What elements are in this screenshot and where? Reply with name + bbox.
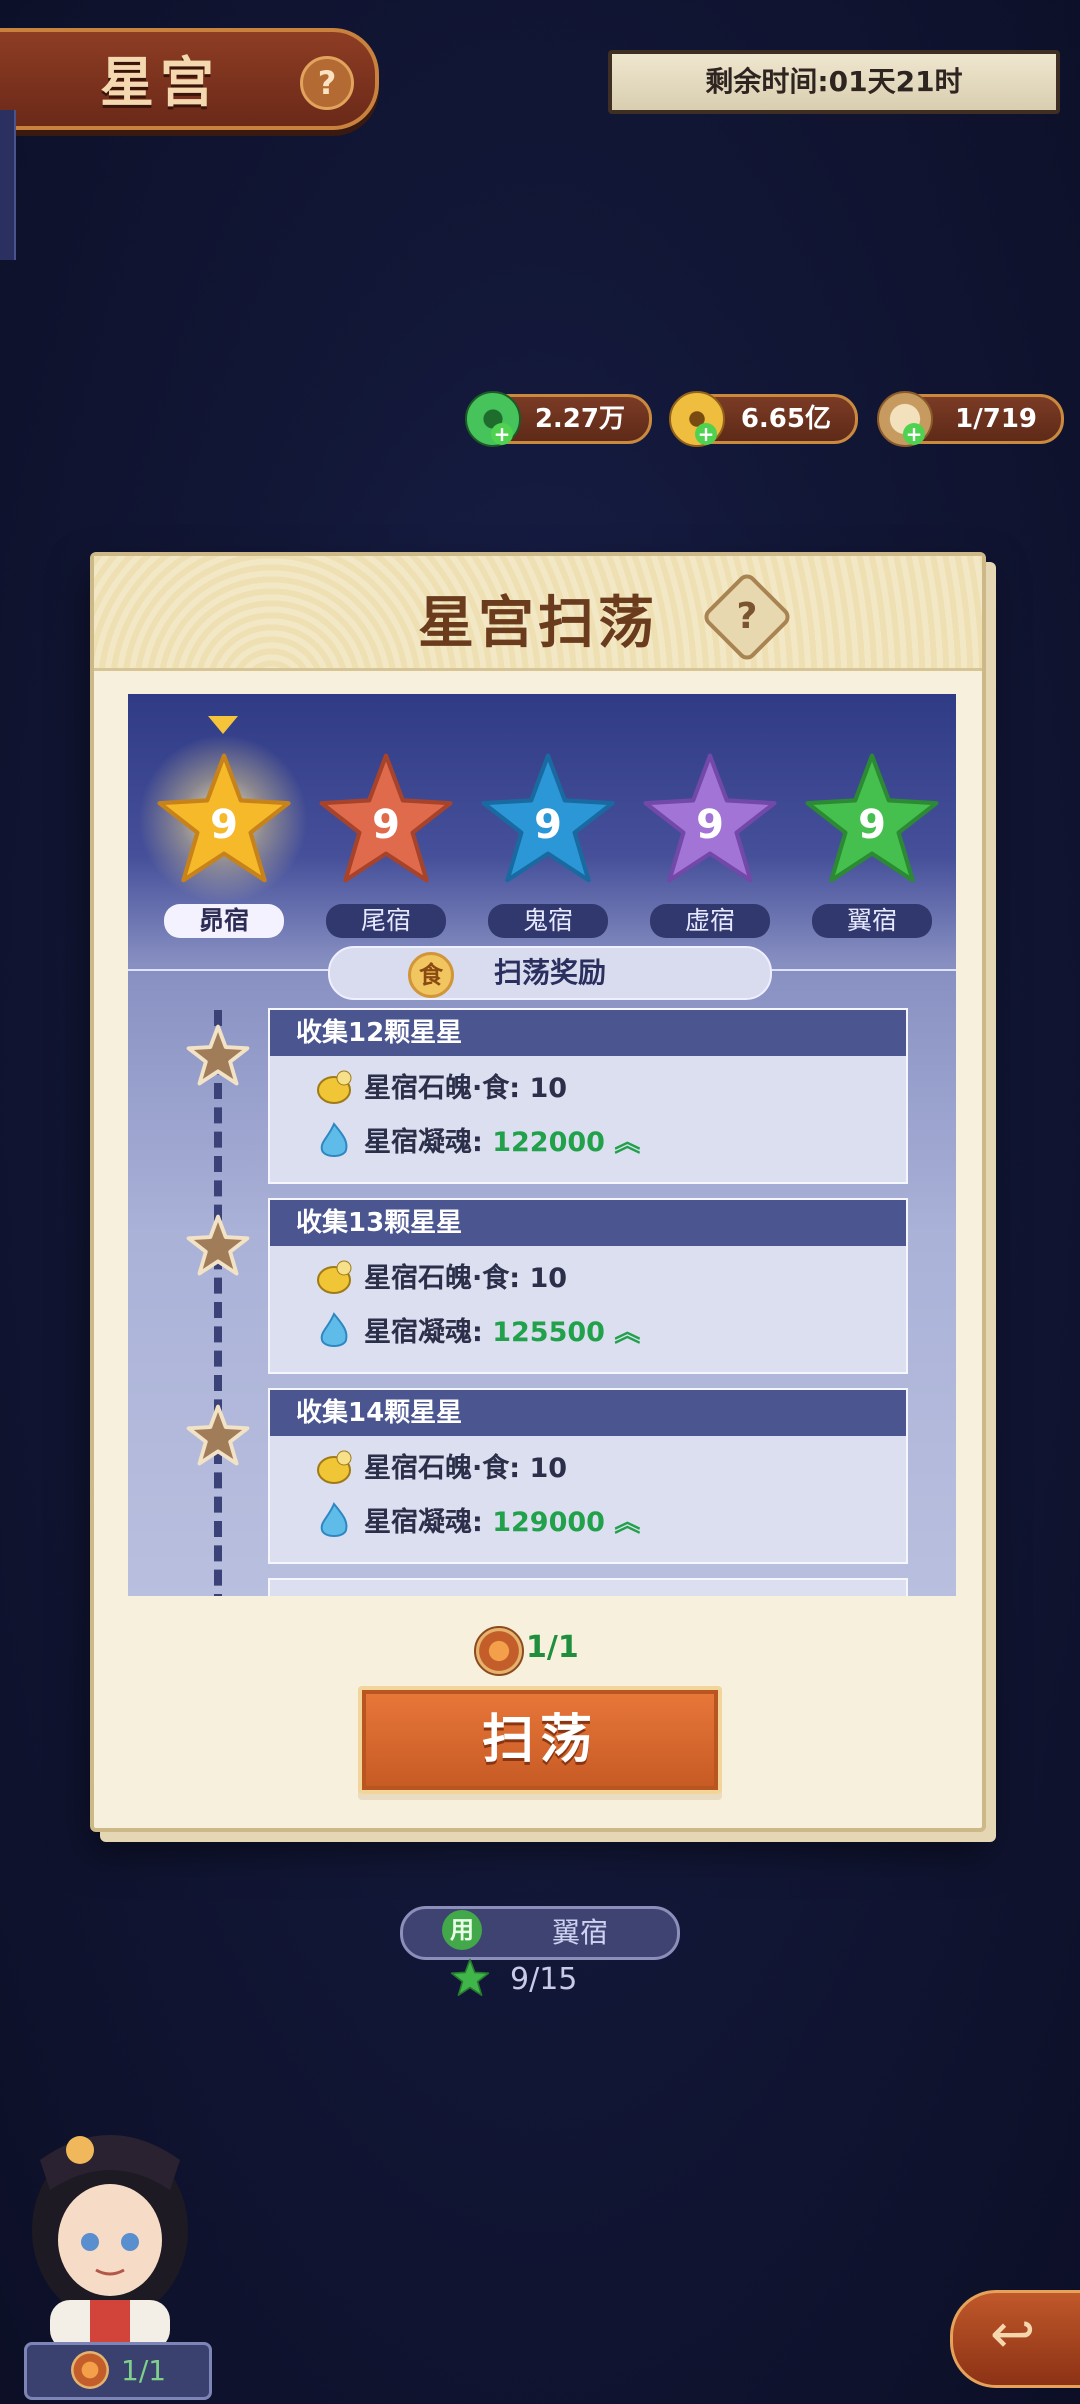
remaining-time: 剩余时间:01天21时	[608, 50, 1060, 114]
character-avatar[interactable]	[10, 2120, 210, 2350]
item-label: 星宿凝魂:	[364, 1127, 483, 1158]
item-value: 125500	[492, 1317, 605, 1348]
stone-soul-icon	[317, 1070, 352, 1104]
mansion-label-1[interactable]: 尾宿	[326, 904, 446, 938]
page-title: 星宫	[100, 51, 220, 114]
currency-value: 6.65亿	[740, 404, 831, 434]
item-label: 星宿凝魂:	[364, 1317, 483, 1348]
blue-flame-icon	[320, 1502, 348, 1537]
add-icon[interactable]: +	[695, 423, 717, 445]
add-icon[interactable]: +	[903, 423, 925, 445]
currency-value: 1/719	[955, 404, 1037, 434]
reward-tier-card: 收集14颗星星 星宿石魄·食: 10 星宿凝魂: 129000 ︽	[268, 1388, 908, 1564]
mansion-area: 9 9 9 9 9 昴宿 尾宿 鬼宿 虚宿 翼宿 扫荡奖励 食 收集12颗星星 …	[128, 694, 956, 1596]
up-arrow-icon: ︽	[614, 1508, 641, 1538]
tier-star-icon	[186, 1214, 250, 1278]
currency-copper[interactable]: + 6.65亿	[669, 391, 858, 447]
reward-tier-card: 收集13颗星星 星宿石魄·食: 10 星宿凝魂: 125500 ︽	[268, 1198, 908, 1374]
item-value: 129000	[492, 1507, 605, 1538]
star-count: 9	[372, 802, 400, 848]
question-icon[interactable]: ?	[300, 56, 354, 110]
back-arrow-icon: ↩	[990, 2302, 1036, 2365]
blue-flame-icon	[320, 1122, 348, 1157]
mansion-star-2[interactable]: 9	[478, 750, 618, 890]
character-cost-text: 1/1	[121, 2354, 167, 2387]
item-condensed-soul: 星宿凝魂: 129000 ︽	[364, 1498, 640, 1548]
star-icon	[450, 1958, 490, 1996]
stone-soul-icon	[317, 1260, 352, 1294]
tier-title: 收集12颗星星	[270, 1010, 906, 1056]
timeline-line	[214, 1010, 222, 1596]
mansion-star-0[interactable]: 9	[154, 750, 294, 890]
panel-title: 星宫扫荡	[418, 591, 658, 656]
mansion-star-4[interactable]: 9	[802, 750, 942, 890]
current-mansion-label: 翼宿	[551, 1916, 608, 1949]
item-condensed-soul: 星宿凝魂: 122000 ︽	[364, 1118, 640, 1168]
reward-tier-card-partial	[268, 1578, 908, 1596]
currency-stamina[interactable]: + 1/719	[877, 391, 1064, 447]
reward-title: 扫荡奖励	[328, 946, 772, 1000]
item-stone-soul: 星宿石魄·食: 10	[364, 1263, 568, 1294]
question-icon: ?	[736, 596, 758, 637]
use-badge-icon: 用	[442, 1910, 482, 1950]
blue-flame-icon	[320, 1312, 348, 1347]
star-count: 9	[858, 802, 886, 848]
mansion-label-3[interactable]: 虚宿	[650, 904, 770, 938]
mansion-label-2[interactable]: 鬼宿	[488, 904, 608, 938]
character-cost: 1/1	[24, 2342, 212, 2400]
mansion-star-3[interactable]: 9	[640, 750, 780, 890]
selected-arrow-icon	[208, 716, 238, 734]
up-arrow-icon: ︽	[614, 1128, 641, 1158]
item-stone-soul: 星宿石魄·食: 10	[364, 1453, 568, 1484]
item-stone-soul: 星宿石魄·食: 10	[364, 1073, 568, 1104]
item-label: 星宿凝魂:	[364, 1507, 483, 1538]
tier-title: 收集14颗星星	[270, 1390, 906, 1436]
tier-star-icon	[186, 1024, 250, 1088]
item-value: 122000	[492, 1127, 605, 1158]
star-count: 9	[696, 802, 724, 848]
food-badge-icon: 食	[408, 952, 454, 998]
sweep-panel: 星宫扫荡 ? 9 9 9 9 9 昴宿 尾宿 鬼宿 虚宿 翼宿 扫荡奖励 食 收…	[90, 552, 986, 1832]
item-condensed-soul: 星宿凝魂: 125500 ︽	[364, 1308, 640, 1358]
sweep-token-icon	[474, 1626, 524, 1676]
mansion-label-4[interactable]: 翼宿	[812, 904, 932, 938]
currency-jade[interactable]: + 2.27万	[465, 391, 652, 447]
sweep-button[interactable]: 扫荡	[358, 1686, 722, 1794]
currency-value: 2.27万	[534, 404, 625, 434]
star-count: 9	[534, 802, 562, 848]
star-progress: 9/15	[510, 1962, 578, 1997]
tier-title: 收集13颗星星	[270, 1200, 906, 1246]
tier-star-icon	[186, 1404, 250, 1468]
side-tab[interactable]	[0, 110, 16, 260]
mansion-star-1[interactable]: 9	[316, 750, 456, 890]
sweep-token-icon	[71, 2351, 109, 2389]
mansion-label-0[interactable]: 昴宿	[164, 904, 284, 938]
sweep-cost: 1/1	[526, 1630, 579, 1665]
up-arrow-icon: ︽	[614, 1318, 641, 1348]
stone-soul-icon	[317, 1450, 352, 1484]
reward-tier-card: 收集12颗星星 星宿石魄·食: 10 星宿凝魂: 122000 ︽	[268, 1008, 908, 1184]
star-count: 9	[210, 802, 238, 848]
add-icon[interactable]: +	[491, 423, 513, 445]
